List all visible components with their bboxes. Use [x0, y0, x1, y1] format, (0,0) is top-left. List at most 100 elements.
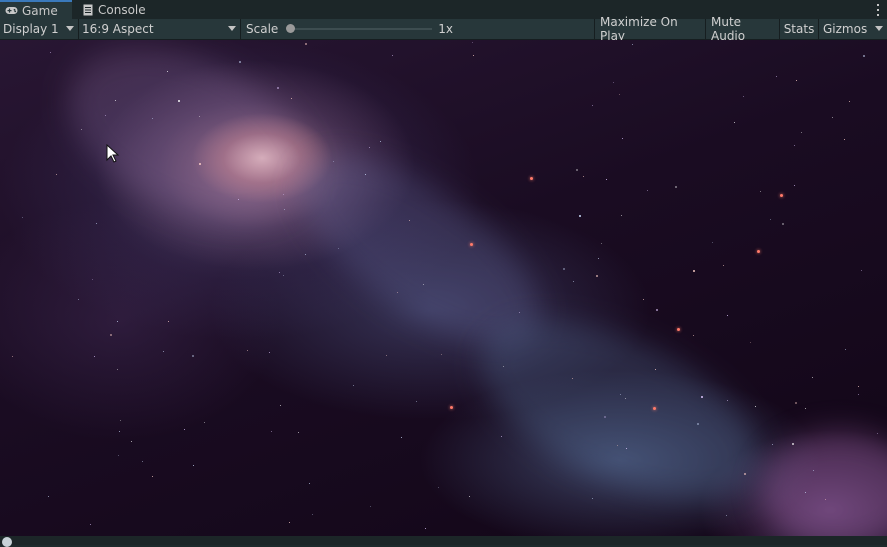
tab-console-label: Console: [98, 2, 146, 17]
star: [573, 281, 574, 282]
star: [397, 292, 398, 293]
star: [858, 394, 859, 395]
aspect-dropdown-label: 16:9 Aspect: [82, 22, 154, 36]
star: [770, 219, 771, 220]
star: [877, 433, 878, 434]
more-options-icon[interactable]: [875, 2, 881, 17]
chevron-down-icon: [875, 26, 883, 31]
tab-game[interactable]: Game: [0, 0, 72, 19]
star: [120, 420, 121, 421]
star: [647, 190, 648, 191]
star: [813, 470, 814, 471]
scale-slider[interactable]: [286, 22, 433, 36]
star: [289, 522, 290, 523]
star: [632, 44, 633, 45]
star: [199, 163, 201, 165]
star: [693, 335, 694, 336]
red-star: [450, 406, 453, 409]
gizmos-dropdown[interactable]: Gizmos: [819, 19, 887, 39]
star: [794, 145, 795, 146]
star: [305, 43, 307, 45]
star: [22, 217, 23, 218]
mute-audio-toggle[interactable]: Mute Audio: [706, 15, 780, 43]
star: [12, 356, 13, 357]
scale-label: Scale: [246, 22, 279, 36]
star: [115, 100, 116, 101]
star: [193, 465, 194, 466]
star: [723, 265, 724, 266]
star: [501, 436, 502, 437]
display-dropdown-label: Display 1: [3, 22, 59, 36]
game-viewport[interactable]: [0, 40, 887, 536]
star: [755, 406, 756, 407]
star: [596, 275, 598, 277]
stats-label: Stats: [783, 22, 815, 36]
scale-value: 1x: [438, 22, 454, 36]
star: [812, 377, 813, 378]
star: [861, 270, 862, 271]
red-star: [780, 194, 783, 197]
star: [142, 461, 143, 462]
red-star: [677, 328, 680, 331]
star: [863, 55, 865, 57]
star: [697, 423, 699, 425]
star: [606, 179, 607, 180]
star: [409, 220, 410, 221]
star: [750, 342, 751, 343]
star: [579, 215, 581, 217]
star: [621, 215, 622, 216]
maximize-on-play-label: Maximize On Play: [600, 15, 678, 43]
star: [849, 101, 850, 102]
scale-slider-thumb[interactable]: [286, 24, 296, 33]
star: [423, 284, 424, 285]
star: [796, 80, 797, 81]
star: [794, 185, 795, 186]
star: [776, 76, 777, 77]
star: [105, 115, 106, 116]
star: [617, 445, 618, 446]
star: [625, 398, 626, 399]
star: [726, 515, 727, 516]
aspect-dropdown[interactable]: 16:9 Aspect: [79, 19, 241, 39]
maximize-on-play-toggle[interactable]: Maximize On Play: [595, 15, 706, 43]
game-toolbar: Display 1 16:9 Aspect Scale 1x Maximize …: [0, 15, 887, 43]
star: [78, 299, 79, 300]
star: [845, 349, 846, 350]
stats-toggle[interactable]: Stats: [780, 19, 819, 39]
star: [298, 432, 299, 433]
star: [333, 161, 334, 162]
star: [386, 355, 387, 356]
star: [503, 366, 504, 367]
gizmos-label: Gizmos: [823, 22, 868, 36]
tab-game-label: Game: [22, 3, 58, 18]
star: [392, 55, 393, 56]
star: [416, 401, 417, 402]
star: [438, 487, 439, 488]
chevron-down-icon: [228, 26, 236, 31]
star: [312, 514, 313, 515]
star: [283, 194, 284, 195]
red-star: [470, 243, 473, 246]
star: [283, 275, 284, 276]
star: [110, 334, 112, 336]
info-icon: [2, 537, 12, 547]
star: [825, 499, 826, 500]
star: [369, 147, 370, 148]
star: [592, 498, 593, 499]
star: [50, 52, 51, 53]
star: [576, 169, 578, 171]
star: [469, 496, 470, 497]
red-star: [653, 407, 656, 410]
star: [271, 431, 272, 432]
star: [168, 321, 169, 322]
display-dropdown[interactable]: Display 1: [0, 19, 79, 39]
star: [48, 496, 49, 497]
star: [795, 402, 797, 404]
star: [626, 448, 627, 449]
tab-console[interactable]: Console: [76, 0, 154, 19]
star: [118, 455, 119, 456]
star: [472, 42, 473, 43]
star: [117, 369, 118, 370]
star: [247, 350, 248, 351]
star: [643, 299, 644, 300]
